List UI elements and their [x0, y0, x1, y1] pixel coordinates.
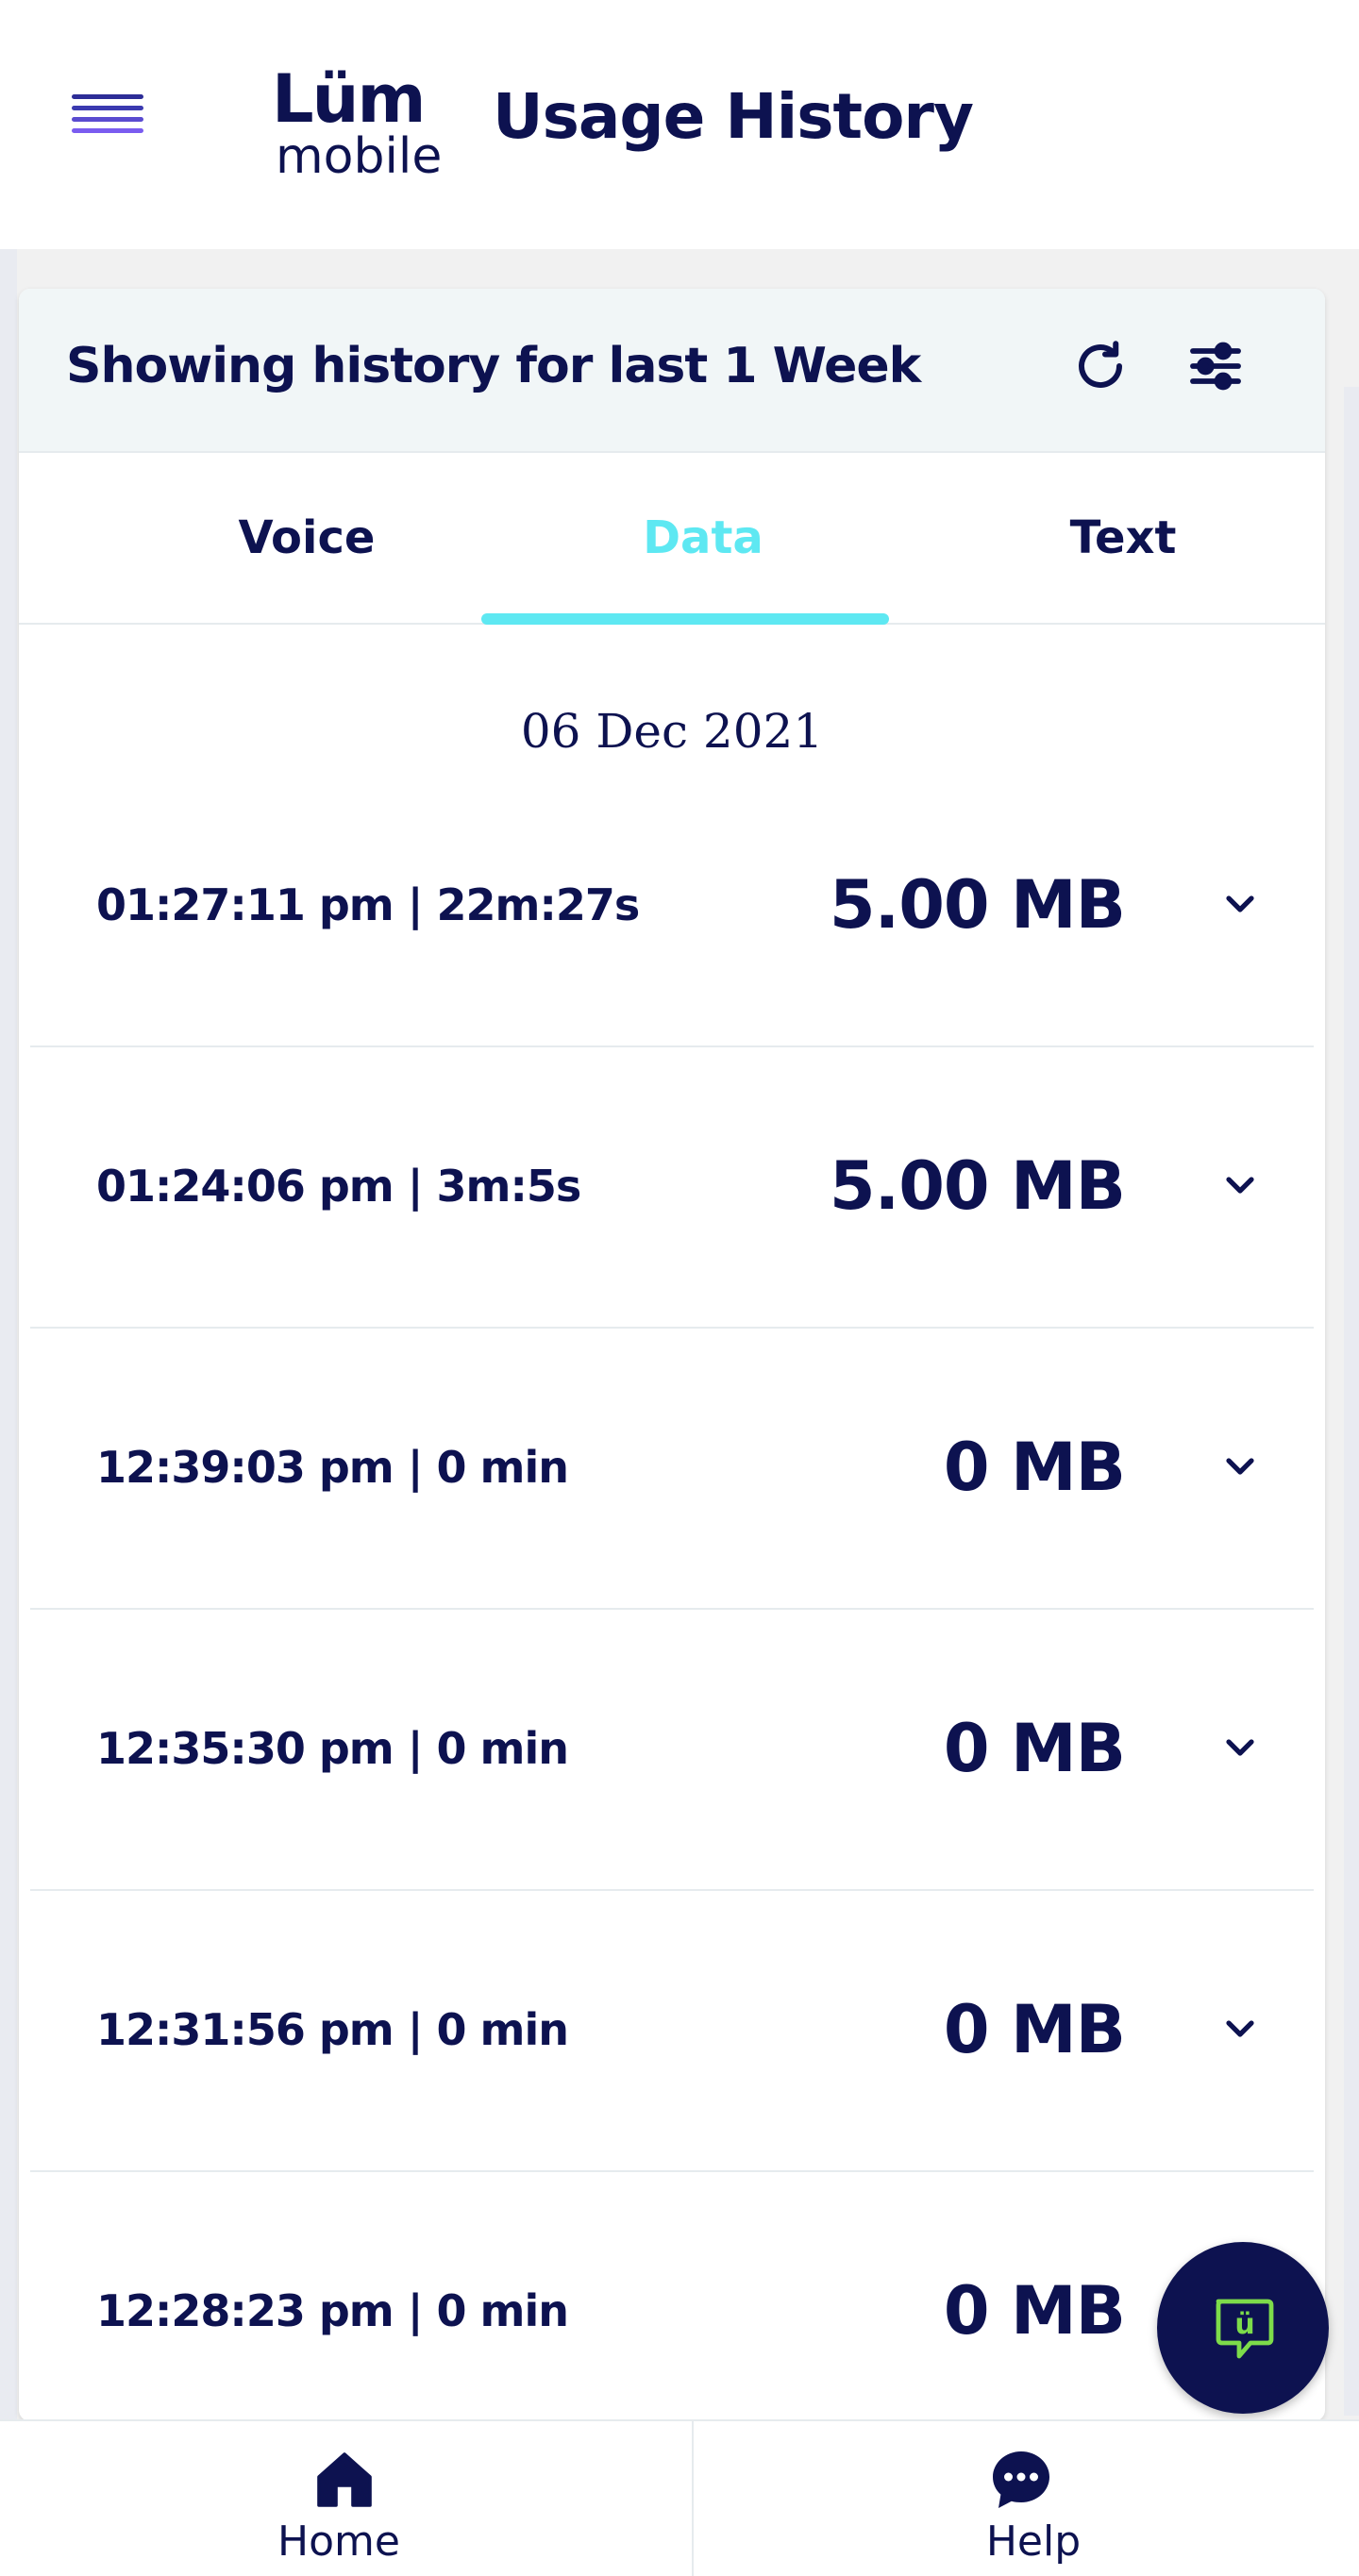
help-chat-icon	[993, 2451, 1049, 2508]
chevron-down-icon[interactable]	[1217, 881, 1263, 927]
nav-home[interactable]: Home	[0, 2421, 678, 2576]
usage-record-row[interactable]: 01:24:06 pm | 3m:5s 5.00 MB	[30, 1045, 1314, 1329]
record-amount: 0 MB	[943, 2272, 1126, 2350]
chevron-down-icon[interactable]	[1217, 2006, 1263, 2051]
nav-help-label: Help	[985, 2517, 1082, 2566]
page-title: Usage History	[493, 80, 974, 153]
filter-bar: Showing history for last 1 Week	[19, 289, 1325, 453]
hamburger-menu-icon[interactable]	[72, 94, 145, 147]
history-range-text: Showing history for last 1 Week	[66, 338, 921, 394]
usage-record-row[interactable]: 01:27:11 pm | 22m:27s 5.00 MB	[30, 764, 1314, 1047]
nav-home-label: Home	[277, 2517, 400, 2566]
left-edge	[0, 249, 17, 2419]
app-header: Lüm mobile Usage History	[0, 0, 1359, 249]
record-amount: 0 MB	[943, 1710, 1126, 1787]
usage-record-row[interactable]: 12:31:56 pm | 0 min 0 MB	[30, 1889, 1314, 2172]
nav-divider	[692, 2421, 694, 2576]
record-amount: 5.00 MB	[829, 1147, 1126, 1225]
usage-record-row[interactable]: 12:35:30 pm | 0 min 0 MB	[30, 1608, 1314, 1891]
usage-record-row[interactable]: 12:28:23 pm | 0 min 0 MB	[30, 2170, 1314, 2421]
right-scroll-edge	[1344, 387, 1359, 2416]
chat-support-button[interactable]: ü	[1157, 2242, 1329, 2414]
usage-history-card: Showing history for last 1 Week Voice Da…	[19, 289, 1325, 2421]
chat-bubble-icon: ü	[1216, 2299, 1274, 2359]
sliders-filter-icon[interactable]	[1182, 332, 1250, 400]
record-time: 12:28:23 pm | 0 min	[96, 2285, 569, 2336]
record-time: 12:31:56 pm | 0 min	[96, 2004, 569, 2055]
tab-data[interactable]: Data	[481, 453, 925, 623]
record-time: 01:24:06 pm | 3m:5s	[96, 1161, 581, 1212]
record-amount: 5.00 MB	[829, 866, 1126, 944]
refresh-icon[interactable]	[1066, 332, 1134, 400]
lum-mobile-logo[interactable]: Lüm mobile	[272, 66, 451, 189]
chevron-down-icon[interactable]	[1217, 1725, 1263, 1770]
nav-help[interactable]: Help	[695, 2421, 1359, 2576]
chevron-down-icon[interactable]	[1217, 1444, 1263, 1489]
record-time: 01:27:11 pm | 22m:27s	[96, 879, 640, 930]
usage-tabs: Voice Data Text	[19, 453, 1325, 625]
active-tab-indicator	[481, 613, 889, 625]
chevron-down-icon[interactable]	[1217, 1163, 1263, 1208]
usage-record-row[interactable]: 12:39:03 pm | 0 min 0 MB	[30, 1327, 1314, 1610]
record-amount: 0 MB	[943, 1991, 1126, 2068]
record-time: 12:35:30 pm | 0 min	[96, 1723, 569, 1774]
date-header: 06 Dec 2021	[520, 704, 824, 759]
home-icon	[317, 2452, 372, 2507]
logo-sub-text: mobile	[276, 128, 443, 185]
record-amount: 0 MB	[943, 1429, 1126, 1506]
tab-voice[interactable]: Voice	[76, 453, 538, 623]
record-time: 12:39:03 pm | 0 min	[96, 1442, 569, 1493]
chat-glyph: ü	[1234, 2308, 1254, 2341]
logo-main-text: Lüm	[272, 60, 426, 138]
tab-text[interactable]: Text	[906, 453, 1325, 623]
bottom-navigation: Home Help	[0, 2419, 1359, 2576]
